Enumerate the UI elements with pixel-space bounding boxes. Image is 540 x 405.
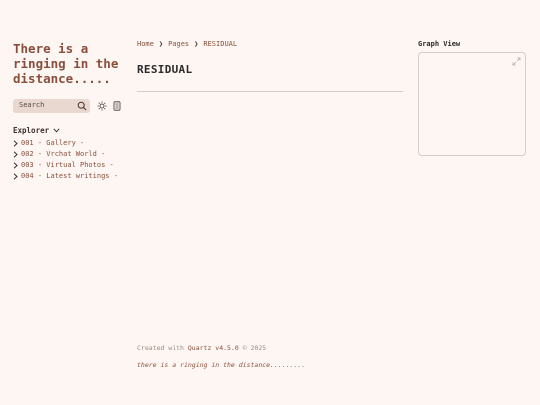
explorer-item-label: 001 - Gallery - — [21, 139, 85, 147]
site-title[interactable]: There is a ringing in the distance..... — [13, 41, 123, 86]
footer-created-prefix: Created with — [137, 344, 184, 352]
explorer-item-vrchat-world[interactable]: 002 - Vrchat World - — [13, 150, 105, 158]
graph-view-label: Graph View — [418, 40, 461, 48]
breadcrumb-separator: ❯ — [158, 40, 164, 48]
breadcrumb: Home ❯ Pages ❯ RESIDUAL — [137, 40, 237, 48]
chevron-right-icon — [13, 172, 18, 180]
footer-credit: Created with Quartz v4.5.0 © 2025 — [137, 344, 266, 352]
explorer-item-label: 003 - Virtual Photos - — [21, 161, 114, 169]
explorer-item-virtual-photos[interactable]: 003 - Virtual Photos - — [13, 161, 114, 169]
page-title: RESIDUAL — [137, 63, 193, 76]
chevron-right-icon — [13, 150, 18, 158]
expand-icon[interactable] — [512, 57, 521, 66]
title-divider — [137, 91, 403, 92]
chevron-right-icon — [13, 161, 18, 169]
explorer-item-gallery[interactable]: 001 - Gallery - — [13, 139, 84, 147]
footer-copyright: © 2025 — [242, 344, 267, 352]
search-input[interactable]: Search — [13, 99, 90, 113]
explorer-title: Explorer — [13, 126, 50, 135]
chevron-right-icon — [13, 139, 18, 147]
chevron-down-icon — [53, 128, 60, 133]
explorer-toggle[interactable]: Explorer — [13, 126, 60, 135]
quartz-link[interactable]: Quartz v4.5.0 — [188, 344, 239, 352]
footer-note: there is a ringing in the distance......… — [137, 361, 306, 369]
breadcrumb-home[interactable]: Home — [137, 40, 154, 48]
search-icon — [77, 101, 87, 111]
sun-icon[interactable] — [97, 101, 107, 111]
breadcrumb-current: RESIDUAL — [203, 40, 238, 48]
explorer-item-label: 002 - Vrchat World - — [21, 150, 106, 158]
reader-mode-icon[interactable] — [113, 101, 121, 111]
graph-view[interactable] — [418, 52, 526, 156]
breadcrumb-pages[interactable]: Pages — [168, 40, 189, 48]
explorer-item-latest-writings[interactable]: 004 - Latest writings - — [13, 172, 118, 180]
search-placeholder: Search — [19, 101, 45, 109]
explorer-item-label: 004 - Latest writings - — [21, 172, 118, 180]
breadcrumb-separator: ❯ — [194, 40, 199, 48]
